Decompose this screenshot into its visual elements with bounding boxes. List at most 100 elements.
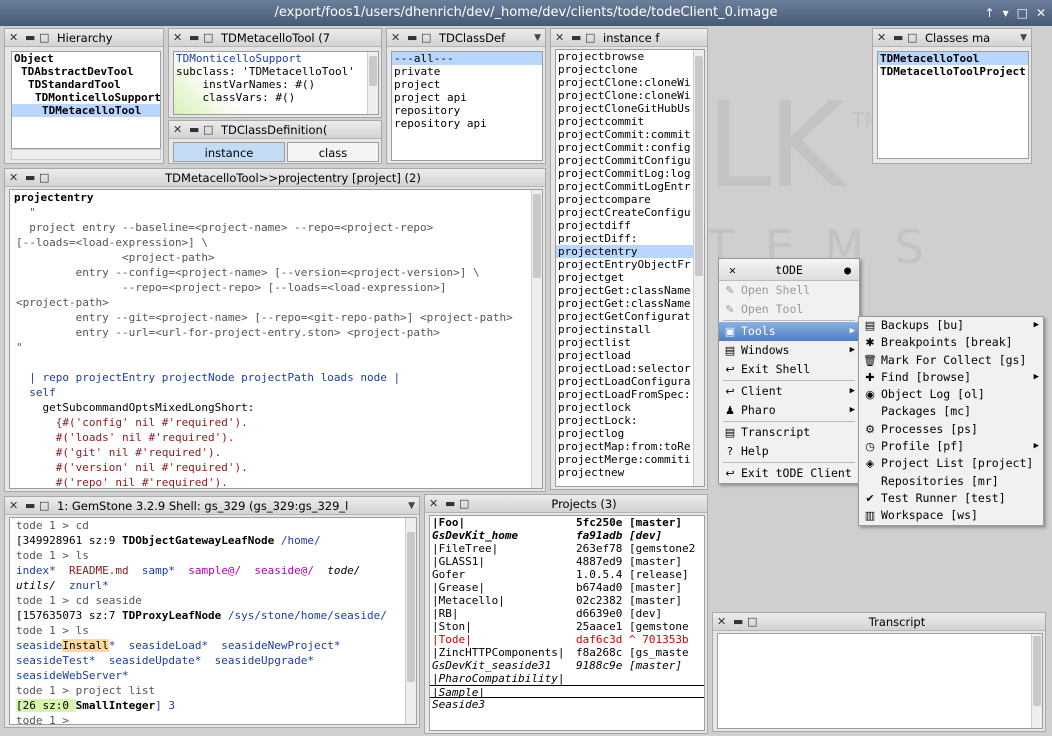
project-row[interactable]: |GLASS1| 4887ed9 [master] xyxy=(430,555,704,568)
editor-titlebar[interactable]: ✕ ▬ □ TDMetacelloTool>>projectentry [projec… xyxy=(5,169,545,187)
project-row[interactable]: GsDevKit_seaside31 9188c9e [master] xyxy=(430,659,704,672)
shell-scrollbar[interactable] xyxy=(405,518,416,724)
close-icon[interactable]: ✕ xyxy=(173,29,182,46)
method-item[interactable]: projectEntryObjectFr xyxy=(556,258,704,271)
methods-titlebar[interactable]: ✕ ▬ □ instance f xyxy=(551,29,707,47)
close-icon[interactable]: ✕ xyxy=(173,121,182,138)
tools-menu-item[interactable]: ◷ Profile [pf] ▶ xyxy=(859,438,1043,455)
tode-menu-item[interactable]: ▣ Tools ▶ xyxy=(719,322,859,341)
expand-icon[interactable]: □ xyxy=(39,497,49,514)
menu-chevron-icon[interactable]: ▼ xyxy=(408,497,415,514)
classdef-text[interactable]: TDMonticelloSupport subclass: 'TDMetacell… xyxy=(173,51,379,115)
project-row[interactable]: |Foo| 5fc250e [master] xyxy=(430,516,704,529)
method-item[interactable]: projectCommit:commit xyxy=(556,128,704,141)
method-item[interactable]: projectCreateConfigu xyxy=(556,206,704,219)
tools-menu-item[interactable]: Repositories [mr] xyxy=(859,473,1043,490)
method-item[interactable]: projectlock xyxy=(556,401,704,414)
tode-menu-item[interactable]: ▤ Transcript xyxy=(719,423,859,442)
method-item[interactable]: projectload xyxy=(556,349,704,362)
tools-menu-item[interactable]: Packages [mc] xyxy=(859,403,1043,420)
tode-menu-item[interactable]: ♟ Pharo ▶ xyxy=(719,401,859,420)
project-row[interactable]: |Tode| daf6c3d ^ 701353b xyxy=(430,633,704,646)
tools-menu-item[interactable]: ✚ Find [browse] ▶ xyxy=(859,369,1043,386)
category-item[interactable]: project xyxy=(392,78,542,91)
method-item[interactable]: projectLoad:selector xyxy=(556,362,704,375)
window-titlebar[interactable]: /export/foos1/users/dhenrich/dev/_home/d… xyxy=(0,0,1052,26)
method-item[interactable]: projectGet:className xyxy=(556,284,704,297)
tools-menu-item[interactable]: ◉ Object Log [ol] xyxy=(859,386,1043,403)
method-item[interactable]: projectentry xyxy=(556,245,704,258)
tode-menu-item[interactable]: ▤ Windows ▶ xyxy=(719,341,859,360)
method-item[interactable]: projectCommit:config xyxy=(556,141,704,154)
hierarchy-item[interactable]: TDMonticelloSupport xyxy=(12,91,160,104)
tools-menu-item[interactable]: ⚙ Processes [ps] xyxy=(859,421,1043,438)
project-row[interactable]: |Metacello| 02c2382 [master] xyxy=(430,594,704,607)
method-item[interactable]: projectcommit xyxy=(556,115,704,128)
method-item[interactable]: projectClone:cloneWi xyxy=(556,89,704,102)
method-item[interactable]: projectnew xyxy=(556,466,704,479)
tode-menu-item[interactable]: ✎ Open Shell xyxy=(719,281,859,300)
window-control-2-icon[interactable]: □ xyxy=(1017,0,1028,26)
hierarchy-list[interactable]: Object TDAbstractDevTool TDStandardTool TDM… xyxy=(11,51,161,149)
close-icon[interactable]: ✕ xyxy=(9,497,18,514)
collapse-icon[interactable]: ▬ xyxy=(571,29,581,46)
close-icon[interactable]: ✕ xyxy=(429,495,438,512)
method-item[interactable]: projectLoadConfigura xyxy=(556,375,704,388)
close-icon[interactable]: ✕ xyxy=(9,29,18,46)
collapse-icon[interactable]: ▬ xyxy=(189,121,199,138)
tode-menu-item[interactable]: ↩ Exit tODE Client xyxy=(719,464,859,483)
projects-titlebar[interactable]: ✕ ▬ □ Projects (3) xyxy=(425,495,707,513)
class-item[interactable]: TDMetacelloTool xyxy=(878,52,1028,65)
method-item[interactable]: projectinstall xyxy=(556,323,704,336)
project-row[interactable]: Seaside3 xyxy=(430,698,704,711)
method-item[interactable]: projectClone:cloneWi xyxy=(556,76,704,89)
tools-menu-item[interactable]: ◈ Project List [project] xyxy=(859,455,1043,472)
method-item[interactable]: projectCloneGitHubUs xyxy=(556,102,704,115)
close-icon[interactable]: ✕ xyxy=(9,169,18,186)
collapse-icon[interactable]: ▬ xyxy=(733,613,743,630)
project-row[interactable]: Gofer 1.0.5.4 [release] xyxy=(430,568,704,581)
method-item[interactable]: projectdiff xyxy=(556,219,704,232)
method-item[interactable]: projectget xyxy=(556,271,704,284)
tools-menu-item[interactable]: ✔ Test Runner [test] xyxy=(859,490,1043,507)
expand-icon[interactable]: □ xyxy=(203,121,213,138)
expand-icon[interactable]: □ xyxy=(39,29,49,46)
close-icon[interactable]: ✕ xyxy=(877,29,886,46)
method-item[interactable]: projectlog xyxy=(556,427,704,440)
menu-chevron-icon[interactable]: ▼ xyxy=(1020,29,1027,46)
expand-icon[interactable]: □ xyxy=(585,29,595,46)
project-row[interactable]: |ZincHTTPComponents| f8a268c [gs_maste xyxy=(430,646,704,659)
hierarchy-titlebar[interactable]: ✕ ▬ □ Hierarchy xyxy=(5,29,163,47)
project-row[interactable]: |Ston| 25aace1 [gemstone xyxy=(430,620,704,633)
tode-menu-item[interactable]: ✎ Open Tool xyxy=(719,300,859,319)
tode-menu-item[interactable]: ↩ Exit Shell xyxy=(719,360,859,379)
class-item[interactable]: TDMetacelloToolProject xyxy=(878,65,1028,78)
tode-menu-item[interactable]: ? Help xyxy=(719,442,859,461)
collapse-icon[interactable]: ▬ xyxy=(189,29,199,46)
classes-titlebar[interactable]: ✕ ▬ □ Classes ma ▼ xyxy=(873,29,1031,47)
shell-output[interactable]: tode 1 > cd [349928961 sz:9 TDObjectGatew… xyxy=(9,517,417,725)
collapse-icon[interactable]: ▬ xyxy=(407,29,417,46)
tab-class[interactable]: class xyxy=(287,142,379,162)
transcript-titlebar[interactable]: ✕ ▬ □ Transcript xyxy=(713,613,1045,631)
method-source-editor[interactable]: projectentry " project entry --baseline=… xyxy=(9,189,543,489)
tab-instance[interactable]: instance xyxy=(173,142,285,162)
classdef-scrollbar[interactable] xyxy=(367,52,378,114)
category-item[interactable]: ---all--- xyxy=(392,52,542,65)
expand-icon[interactable]: □ xyxy=(421,29,431,46)
category-item[interactable]: repository api xyxy=(392,117,542,130)
method-item[interactable]: projectLoadFromSpec: xyxy=(556,388,704,401)
method-item[interactable]: projectGetConfigurat xyxy=(556,310,704,323)
method-item[interactable]: projectCommitLogEntr xyxy=(556,180,704,193)
pin-icon[interactable]: ● xyxy=(844,259,851,281)
method-item[interactable]: projectCommitConfigu xyxy=(556,154,704,167)
window-control-1-icon[interactable]: ▾ xyxy=(1003,0,1009,26)
tools-menu-item[interactable]: ▥ Workspace [ws] xyxy=(859,507,1043,524)
project-row[interactable]: |RB| d6639e0 [dev] xyxy=(430,607,704,620)
tools-menu-item[interactable]: 🗑 Mark For Collect [gs] xyxy=(859,352,1043,369)
expand-icon[interactable]: □ xyxy=(747,613,757,630)
method-item[interactable]: projectCommitLog:log xyxy=(556,167,704,180)
classdef-titlebar[interactable]: ✕ ▬ □ TDMetacelloTool (7 xyxy=(169,29,381,47)
tools-menu-item[interactable]: ▤ Backups [bu] ▶ xyxy=(859,317,1043,334)
method-item[interactable]: projectGet:className xyxy=(556,297,704,310)
